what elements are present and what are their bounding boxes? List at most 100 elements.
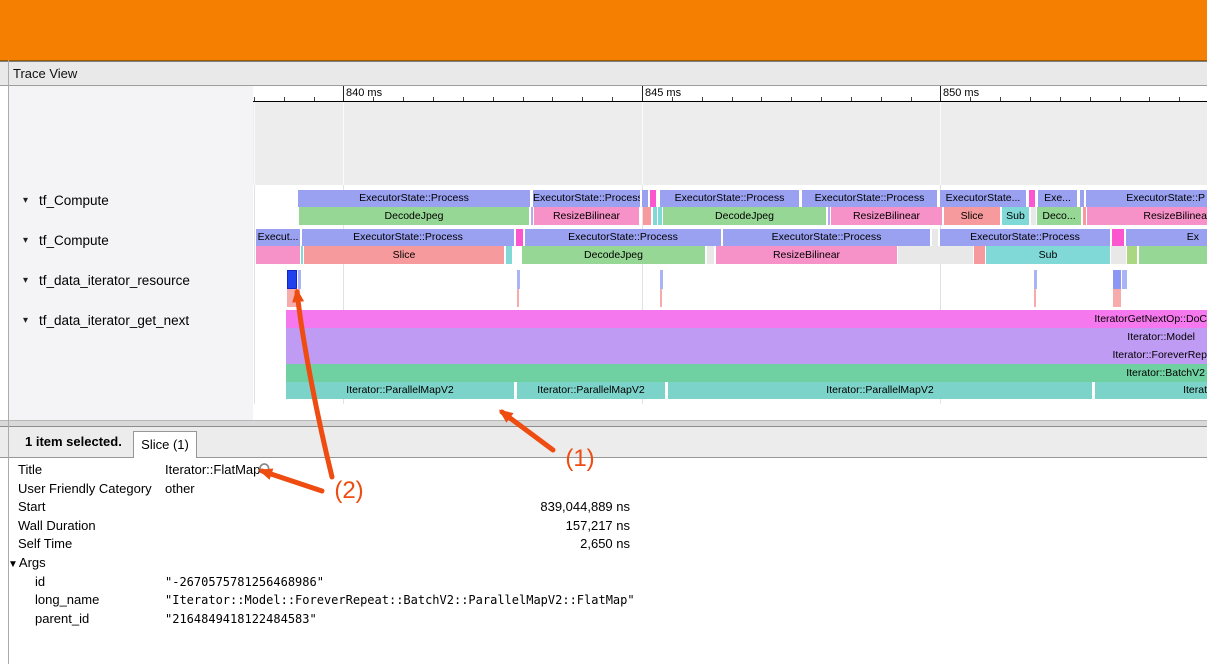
sidebar-track-0[interactable]: ▾tf_Compute <box>9 192 253 210</box>
magnifier-icon[interactable] <box>258 462 274 481</box>
trace-slice[interactable]: Iterator::ParallelMapV2 <box>286 382 514 399</box>
trace-slice[interactable]: ExecutorState::Process <box>802 190 937 207</box>
trace-body: ▾tf_Compute▾tf_Compute▾tf_data_iterator_… <box>0 86 1207 420</box>
ruler-minor-tick <box>881 97 882 101</box>
detail-label: Title <box>18 462 42 477</box>
ruler-minor-tick <box>1060 97 1061 101</box>
trace-slice[interactable]: DecodeJpeg <box>522 246 705 264</box>
trace-slice[interactable] <box>660 289 662 307</box>
trace-slice[interactable]: ExecutorState::Process <box>723 229 930 246</box>
trace-slice[interactable] <box>650 190 656 207</box>
trace-slice[interactable] <box>1029 190 1035 207</box>
ruler-minor-tick <box>911 97 912 101</box>
trace-slice[interactable] <box>1113 289 1121 307</box>
trace-slice[interactable] <box>707 246 714 264</box>
expander-triangle-icon[interactable]: ▾ <box>23 192 28 210</box>
detail-row-wall-duration: Wall Duration157,217 ns <box>0 517 1207 536</box>
trace-slice[interactable] <box>1083 207 1086 225</box>
trace-slice[interactable]: Iterator::Model <box>286 328 1207 346</box>
ruler-minor-tick <box>1120 97 1121 101</box>
arg-key: parent_id <box>35 611 89 626</box>
trace-slice[interactable] <box>506 246 512 264</box>
trace-slice[interactable]: ResizeBilinear <box>716 246 897 264</box>
trace-slice[interactable] <box>531 207 533 225</box>
trace-slice[interactable]: ExecutorState::Process <box>533 190 640 207</box>
tab-slice[interactable]: Slice (1) <box>133 431 197 458</box>
trace-slice[interactable] <box>256 246 300 264</box>
panel-splitter[interactable] <box>0 420 1207 427</box>
trace-slice[interactable]: DecodeJpeg <box>663 207 826 225</box>
args-row: ▼Args <box>0 554 1207 573</box>
trace-slice[interactable] <box>516 229 523 246</box>
expander-triangle-icon[interactable]: ▾ <box>23 272 28 290</box>
trace-slice[interactable]: ExecutorState... <box>940 190 1026 207</box>
ruler-minor-tick <box>1090 97 1091 101</box>
ruler-minor-tick <box>791 97 792 101</box>
trace-slice[interactable]: Sub <box>986 246 1110 264</box>
ruler-minor-tick <box>254 97 255 101</box>
trace-slice[interactable]: ResizeBilinear <box>534 207 639 225</box>
trace-slice[interactable] <box>974 246 985 264</box>
trace-slice[interactable]: Ex <box>1126 229 1207 246</box>
ruler-minor-tick <box>612 97 613 101</box>
trace-slice[interactable] <box>658 207 662 225</box>
trace-slice[interactable]: Execut... <box>256 229 300 246</box>
trace-slice[interactable] <box>1034 289 1036 307</box>
trace-slice[interactable]: ResizeBilinear <box>831 207 942 225</box>
detail-value: 157,217 ns <box>165 518 630 533</box>
trace-slice[interactable] <box>1122 270 1127 289</box>
expander-triangle-icon[interactable]: ▾ <box>23 232 28 250</box>
trace-slice[interactable]: ExecutorState::Process <box>302 229 514 246</box>
trace-slice[interactable] <box>1113 270 1121 289</box>
trace-slice[interactable] <box>1112 229 1124 246</box>
trace-view-title: Trace View <box>13 66 77 81</box>
trace-slice[interactable]: ExecutorState::P <box>1086 190 1207 207</box>
ruler-tick-label: 850 ms <box>943 87 979 99</box>
trace-slice[interactable]: ExecutorState::Process <box>940 229 1110 246</box>
trace-slice[interactable]: Iterat <box>1095 382 1207 399</box>
track-name: tf_data_iterator_get_next <box>39 312 189 330</box>
trace-slice[interactable] <box>287 289 300 307</box>
trace-slice[interactable] <box>1034 270 1037 289</box>
trace-slice[interactable]: ExecutorState::Process <box>298 190 530 207</box>
trace-slice[interactable] <box>828 207 830 225</box>
sidebar-track-2[interactable]: ▾tf_data_iterator_resource <box>9 272 253 290</box>
trace-slice[interactable] <box>653 207 657 225</box>
trace-slice[interactable]: Exe... <box>1038 190 1077 207</box>
slice-iterator-get-next[interactable]: IteratorGetNextOp::DoC <box>286 310 1207 328</box>
triangle-down-icon[interactable]: ▼ <box>8 559 18 570</box>
trace-slice[interactable] <box>1139 246 1207 264</box>
trace-slice[interactable] <box>517 270 520 289</box>
trace-slice[interactable] <box>642 190 648 207</box>
trace-slice[interactable] <box>643 207 651 225</box>
args-expander[interactable]: ▼Args <box>8 555 46 570</box>
trace-slice[interactable] <box>1127 246 1137 264</box>
trace-slice[interactable]: ExecutorState::Process <box>660 190 799 207</box>
trace-slice[interactable] <box>1031 207 1036 225</box>
trace-slice[interactable]: DecodeJpeg <box>299 207 529 225</box>
trace-slice[interactable]: Iterator::ParallelMapV2 <box>517 382 665 399</box>
trace-slice[interactable]: Deco... <box>1037 207 1081 225</box>
ruler-minor-tick <box>582 97 583 101</box>
trace-slice[interactable] <box>517 289 519 307</box>
trace-slice[interactable] <box>898 246 973 264</box>
trace-slice[interactable]: Slice <box>944 207 1000 225</box>
sidebar-track-1[interactable]: ▾tf_Compute <box>9 232 253 250</box>
sidebar-track-3[interactable]: ▾ tf_data_iterator_get_next <box>9 312 253 330</box>
trace-slice[interactable]: Slice <box>304 246 504 264</box>
trace-slice[interactable]: Iterator::ForeverRep <box>286 346 1207 364</box>
selected-slice[interactable] <box>287 270 297 289</box>
trace-slice[interactable] <box>298 270 301 289</box>
trace-slice[interactable] <box>1080 190 1084 207</box>
orange-banner <box>0 0 1207 61</box>
trace-slice[interactable] <box>660 270 663 289</box>
expander-triangle-icon[interactable]: ▾ <box>23 312 28 330</box>
trace-slice[interactable]: Iterator::ParallelMapV2 <box>668 382 1092 399</box>
trace-slice[interactable] <box>301 246 303 264</box>
trace-slice[interactable]: Iterator::BatchV2 <box>286 364 1207 382</box>
trace-slice[interactable]: ResizeBilinea <box>1087 207 1207 225</box>
trace-slice[interactable] <box>932 229 938 246</box>
trace-slice[interactable]: ExecutorState::Process <box>525 229 721 246</box>
trace-slice[interactable] <box>1111 246 1126 264</box>
trace-slice[interactable]: Sub <box>1002 207 1029 225</box>
